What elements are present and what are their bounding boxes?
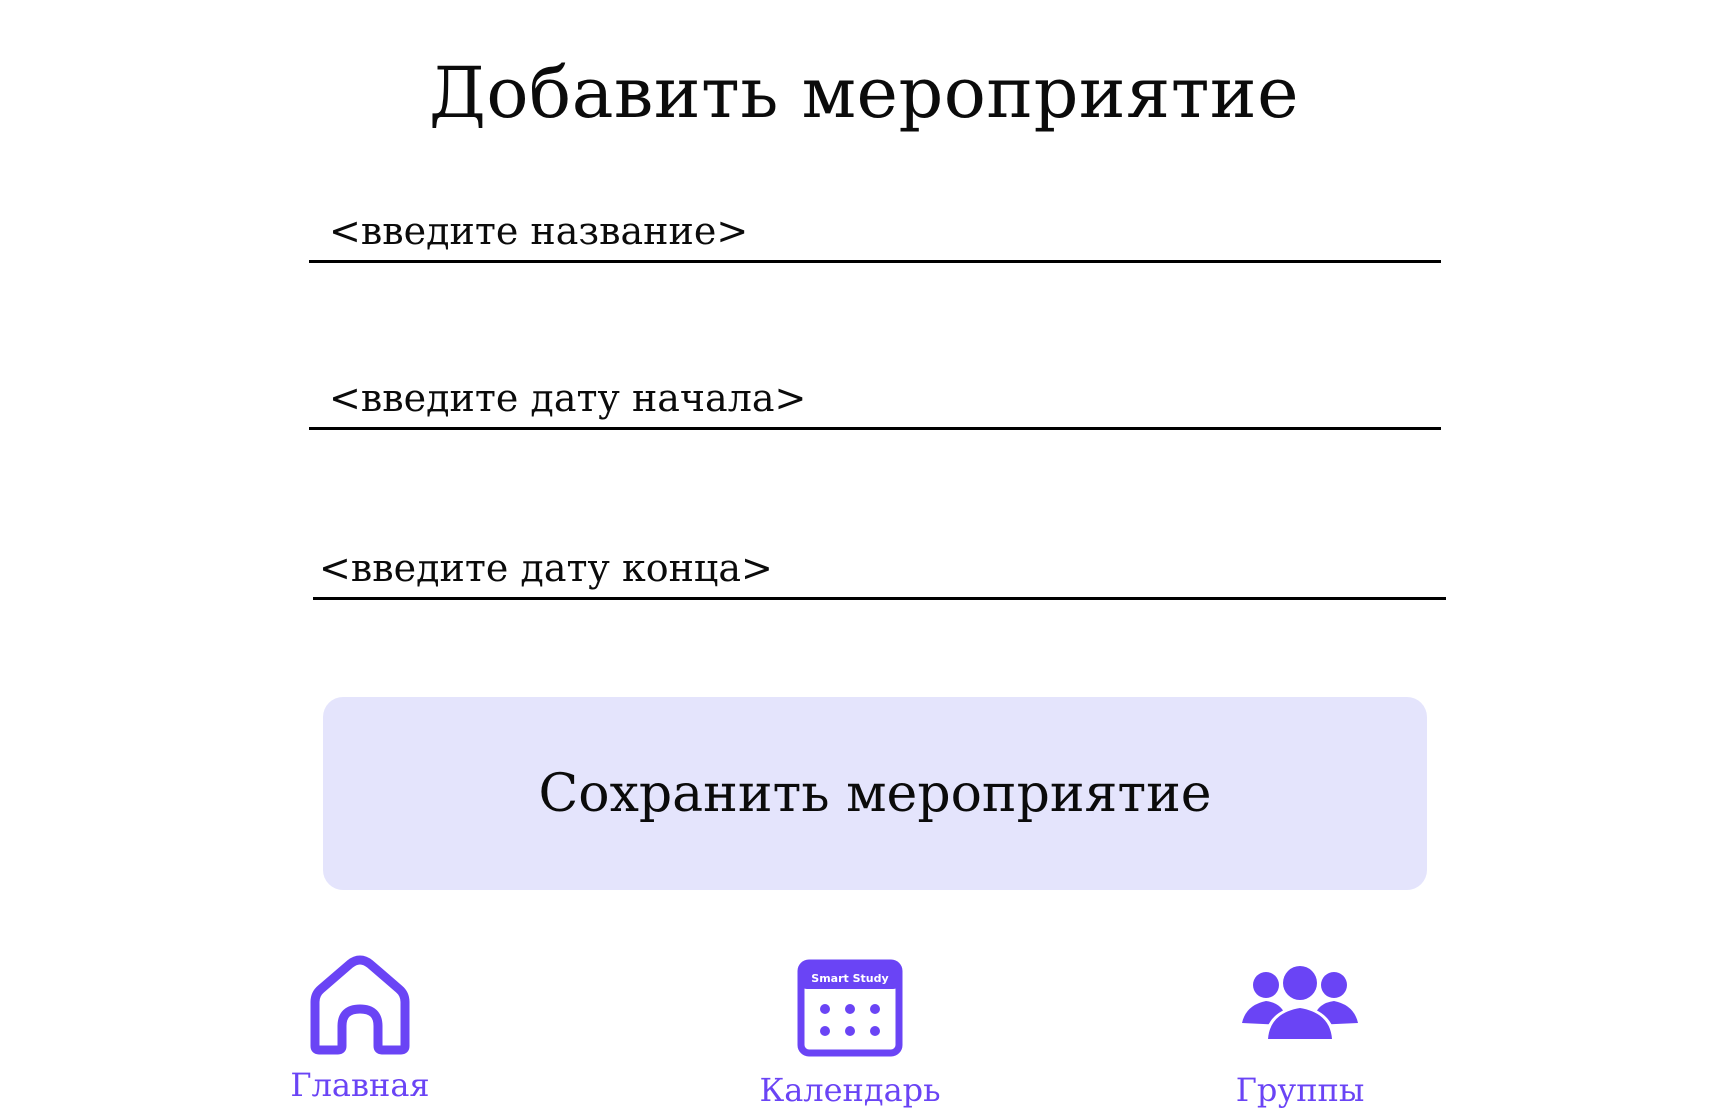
calendar-icon-text: Smart Study — [811, 972, 888, 985]
end-date-field — [313, 535, 1446, 600]
calendar-icon: Smart Study — [797, 959, 903, 1061]
nav-item-home[interactable]: Главная — [270, 948, 450, 1108]
nav-label-calendar: Календарь — [759, 1071, 941, 1109]
end-date-input[interactable] — [313, 543, 1446, 593]
nav-item-groups[interactable]: Группы — [1210, 955, 1390, 1115]
event-name-field — [309, 198, 1441, 263]
nav-item-calendar[interactable]: Smart Study Календарь — [740, 955, 960, 1115]
nav-label-groups: Группы — [1235, 1071, 1365, 1109]
nav-label-home: Главная — [290, 1066, 430, 1104]
home-icon — [305, 954, 415, 1062]
start-date-field — [309, 365, 1441, 430]
save-event-button[interactable]: Сохранить мероприятие — [323, 697, 1427, 890]
page-title: Добавить мероприятие — [429, 52, 1299, 134]
start-date-input[interactable] — [309, 373, 1441, 423]
group-icon — [1242, 961, 1358, 1047]
event-name-input[interactable] — [309, 206, 1441, 256]
